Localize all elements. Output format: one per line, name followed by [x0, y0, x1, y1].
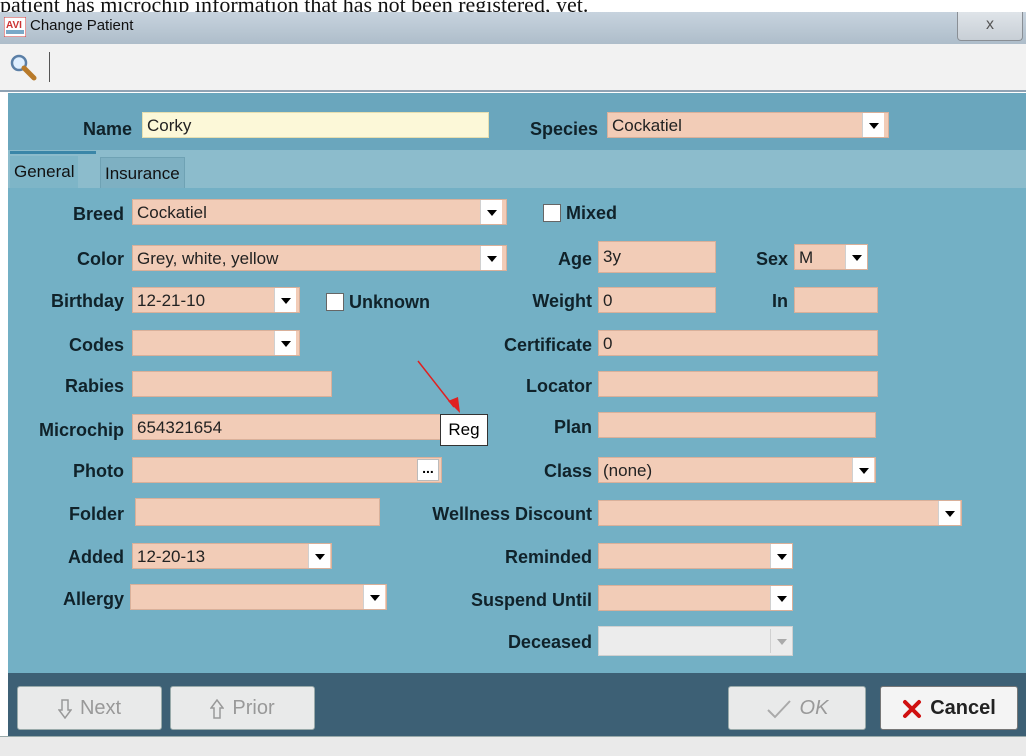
arrow-up-icon [209, 687, 225, 729]
cancel-button[interactable]: Cancel [880, 686, 1018, 730]
added-label: Added [68, 547, 124, 567]
chevron-down-icon[interactable] [274, 331, 296, 355]
name-field[interactable]: Corky [142, 112, 489, 138]
reminded-label: Reminded [504, 547, 592, 567]
in-label: In [772, 291, 788, 311]
chevron-down-icon[interactable] [274, 288, 296, 312]
rabies-field[interactable] [132, 371, 332, 397]
chevron-down-icon[interactable] [845, 245, 867, 269]
toolbar [0, 44, 1026, 92]
microchip-field[interactable]: 654321654 [132, 414, 442, 440]
reminded-select[interactable] [598, 543, 793, 569]
suspend-until-label: Suspend Until [471, 590, 592, 610]
weight-label: Weight [532, 291, 592, 311]
tab-insurance[interactable]: Insurance [100, 157, 185, 188]
sex-label: Sex [755, 249, 788, 269]
deceased-label: Deceased [507, 632, 592, 652]
chevron-down-icon[interactable] [770, 586, 792, 610]
color-select[interactable]: Grey, white, yellow [132, 245, 507, 271]
title-bar [0, 12, 1026, 44]
certificate-field[interactable]: 0 [598, 330, 878, 356]
browse-button[interactable]: ... [417, 459, 439, 481]
allergy-label: Allergy [62, 589, 124, 609]
unknown-checkbox[interactable] [326, 293, 344, 311]
toolbar-separator [49, 52, 50, 82]
status-bar [0, 736, 1026, 756]
photo-field[interactable] [132, 457, 442, 483]
prior-button: Prior [170, 686, 315, 730]
chevron-down-icon[interactable] [852, 458, 874, 482]
locator-field[interactable] [598, 371, 878, 397]
next-button: Next [17, 686, 162, 730]
chevron-down-icon[interactable] [363, 585, 385, 609]
allergy-select[interactable] [130, 584, 387, 610]
close-icon: x [986, 16, 994, 33]
folder-label: Folder [68, 504, 124, 524]
chevron-down-icon[interactable] [862, 113, 884, 137]
class-select[interactable]: (none) [598, 457, 876, 483]
deceased-select [598, 626, 793, 656]
rabies-label: Rabies [64, 376, 124, 396]
search-icon[interactable] [8, 52, 38, 82]
species-label: Species [529, 119, 598, 139]
chevron-down-icon[interactable] [480, 246, 502, 270]
wellness-discount-label: Wellness Discount [432, 504, 592, 524]
photo-label: Photo [73, 461, 124, 481]
chevron-down-icon[interactable] [938, 501, 960, 525]
annotation-arrow [417, 360, 460, 413]
folder-field[interactable] [135, 498, 380, 526]
close-button[interactable]: x [957, 12, 1023, 41]
svg-text:AVI: AVI [6, 20, 22, 31]
age-field[interactable]: 3y [598, 241, 716, 273]
chevron-down-icon[interactable] [770, 544, 792, 568]
species-select[interactable]: Cockatiel [607, 112, 889, 138]
chevron-down-icon [770, 629, 792, 653]
checkmark-icon [766, 687, 792, 729]
mixed-label: Mixed [566, 203, 618, 223]
ok-button: OK [728, 686, 866, 730]
close-icon [902, 687, 922, 729]
microchip-label: Microchip [38, 420, 124, 440]
tab-general[interactable]: General [10, 151, 97, 188]
chevron-down-icon[interactable] [308, 544, 330, 568]
class-label: Class [543, 461, 592, 481]
breed-select[interactable]: Cockatiel [132, 199, 507, 225]
age-label: Age [557, 249, 592, 269]
added-select[interactable]: 12-20-13 [132, 543, 332, 569]
breed-label: Breed [72, 204, 124, 224]
chevron-down-icon[interactable] [480, 200, 502, 224]
arrow-down-icon [57, 687, 73, 729]
wellness-discount-select[interactable] [598, 500, 962, 526]
birthday-label: Birthday [50, 291, 124, 311]
mixed-checkbox[interactable] [543, 204, 561, 222]
weight-field[interactable]: 0 [598, 287, 716, 313]
avimark-app-icon: AVI [3, 16, 27, 38]
plan-field[interactable] [598, 412, 876, 438]
unknown-label: Unknown [349, 292, 430, 312]
plan-label: Plan [553, 417, 592, 437]
codes-label: Codes [68, 335, 124, 355]
suspend-until-select[interactable] [598, 585, 793, 611]
in-field[interactable] [794, 287, 878, 313]
reg-button[interactable]: Reg [440, 414, 488, 446]
window-title: Change Patient [30, 17, 134, 34]
name-label: Name [82, 119, 132, 139]
color-label: Color [77, 249, 124, 269]
